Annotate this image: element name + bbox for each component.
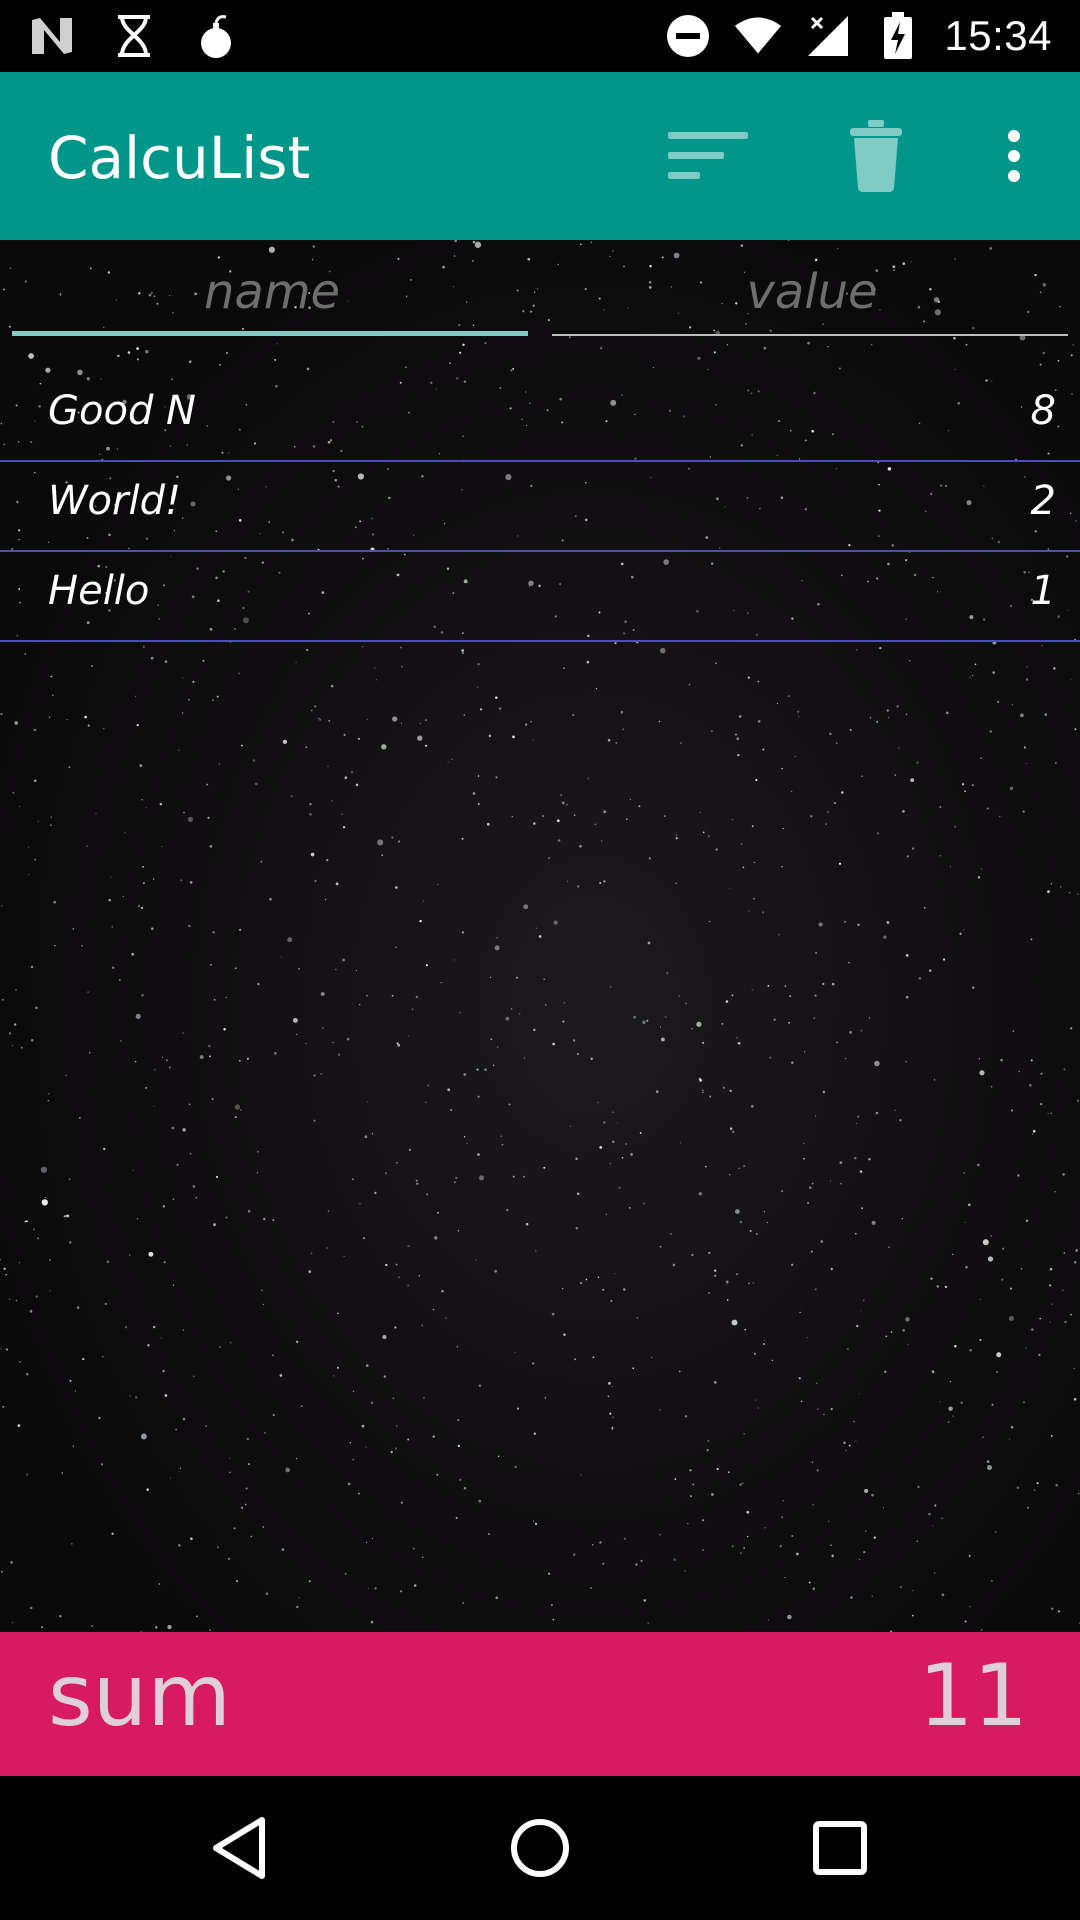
item-list: Good N 8 World! 2 Hello 1	[0, 372, 1080, 642]
item-value: 2	[1030, 478, 1056, 524]
home-icon	[511, 1819, 569, 1877]
name-input[interactable]	[12, 256, 532, 328]
value-input[interactable]	[552, 256, 1072, 328]
value-input-underline	[552, 334, 1068, 336]
recents-button[interactable]	[804, 1812, 876, 1884]
item-value: 1	[1030, 568, 1056, 614]
clock: 15:34	[944, 12, 1052, 59]
status-bar-left	[28, 12, 240, 60]
sort-icon	[668, 132, 748, 179]
home-button[interactable]	[504, 1812, 576, 1884]
list-item[interactable]: Good N 8	[0, 372, 1080, 462]
sum-value: 11	[918, 1646, 1028, 1746]
wifi-icon	[734, 12, 782, 60]
back-button[interactable]	[204, 1812, 276, 1884]
back-icon	[213, 1817, 265, 1879]
overflow-menu-button[interactable]	[990, 116, 1038, 196]
name-input-underline	[12, 331, 528, 336]
sum-bar: sum 11	[0, 1632, 1080, 1776]
signal-icon	[804, 12, 852, 60]
app-title: CalcuList	[48, 124, 311, 192]
sum-label: sum	[48, 1646, 232, 1746]
status-bar: 15:34	[0, 0, 1080, 72]
hourglass-icon	[110, 12, 158, 60]
value-field-container	[552, 256, 1072, 336]
list-item[interactable]: World! 2	[0, 462, 1080, 552]
trash-icon	[850, 120, 902, 192]
recents-icon	[813, 1821, 867, 1875]
battery-charging-icon	[874, 12, 922, 60]
item-name: World!	[48, 478, 182, 524]
do-not-disturb-icon	[664, 12, 712, 60]
app-bar: CalcuList	[0, 72, 1080, 240]
n-logo-icon	[28, 12, 76, 60]
name-field-container	[12, 256, 532, 336]
list-item[interactable]: Hello 1	[0, 552, 1080, 642]
item-name: Good N	[48, 388, 196, 434]
overflow-menu-icon	[1008, 130, 1020, 182]
navigation-bar	[0, 1776, 1080, 1920]
status-bar-right: 15:34	[664, 12, 1052, 60]
sort-button[interactable]	[660, 116, 756, 196]
item-name: Hello	[48, 568, 150, 614]
item-value: 8	[1030, 388, 1056, 434]
bomb-icon	[192, 12, 240, 60]
delete-all-button[interactable]	[836, 110, 916, 202]
content-area: Good N 8 World! 2 Hello 1	[0, 240, 1080, 1632]
entry-row	[0, 240, 1080, 344]
